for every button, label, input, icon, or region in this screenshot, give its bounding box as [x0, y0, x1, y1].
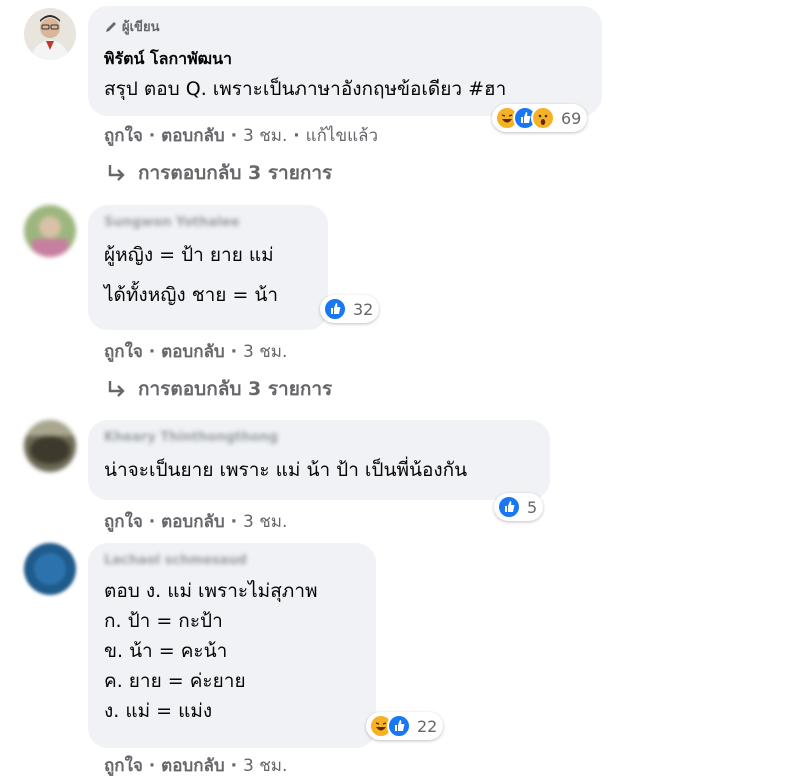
reply-button[interactable]: ตอบกลับ: [161, 342, 225, 362]
like-button[interactable]: ถูกใจ: [104, 126, 143, 146]
comment-text: สรุป ตอบ Q. เพราะเป็นภาษาอังกฤษข้อเดียว …: [104, 78, 507, 100]
comment-text: ก. ป้า = กะป้า: [104, 610, 223, 632]
avatar[interactable]: [24, 8, 76, 60]
view-replies-label: การตอบกลับ 3 รายการ: [138, 162, 333, 184]
author-badge: ผู้เขียน: [104, 16, 586, 37]
like-icon: [387, 714, 411, 738]
reaction-summary[interactable]: 22: [366, 712, 444, 740]
reply-button[interactable]: ตอบกลับ: [161, 756, 225, 776]
comment-bubble: Sungwon Yothalee ผู้หญิง = ป้า ยาย แม่ ไ…: [88, 205, 328, 330]
like-icon: [323, 297, 347, 321]
comment-author[interactable]: พิรัตน์ โลกาพัฒนา: [104, 47, 586, 72]
comment-text: ได้ทั้งหญิง ชาย = น้า: [104, 284, 279, 306]
wow-icon: [531, 106, 555, 130]
avatar[interactable]: [24, 420, 76, 472]
comment-text: ข. น้า = คะน้า: [104, 640, 228, 662]
like-button[interactable]: ถูกใจ: [104, 756, 143, 776]
avatar[interactable]: [24, 543, 76, 595]
comment-bubble: Kheary Thinthongthong น่าจะเป็นยาย เพราะ…: [88, 420, 550, 500]
comment-bubble: ผู้เขียน พิรัตน์ โลกาพัฒนา สรุป ตอบ Q. เ…: [88, 6, 602, 116]
timestamp[interactable]: 3 ชม.: [243, 756, 287, 776]
comment-text: ตอบ ง. แม่ เพราะไม่สุภาพ: [104, 580, 318, 602]
like-button[interactable]: ถูกใจ: [104, 342, 143, 362]
comment-text: ผู้หญิง = ป้า ยาย แม่: [104, 244, 274, 266]
reaction-count: 22: [417, 716, 438, 736]
reply-arrow-icon: [108, 381, 125, 397]
comment-bubble: Lachaol schmesaud ตอบ ง. แม่ เพราะไม่สุภ…: [88, 543, 376, 748]
like-icon: [497, 495, 521, 519]
view-replies-label: การตอบกลับ 3 รายการ: [138, 378, 333, 400]
comment-actions: ถูกใจ · ตอบกลับ · 3 ชม.: [104, 512, 288, 532]
reaction-count: 5: [527, 497, 538, 517]
comment-author[interactable]: Kheary Thinthongthong: [104, 430, 534, 445]
edited-label: แก้ไขแล้ว: [305, 126, 379, 146]
view-replies-button[interactable]: การตอบกลับ 3 รายการ: [106, 158, 332, 188]
comment-actions: ถูกใจ · ตอบกลับ · 3 ชม.: [104, 756, 288, 776]
avatar[interactable]: [24, 205, 76, 257]
pencil-icon: [106, 21, 116, 32]
comment-actions: ถูกใจ · ตอบกลับ · 3 ชม.: [104, 342, 288, 362]
author-badge-label: ผู้เขียน: [122, 20, 160, 35]
comment-author[interactable]: Lachaol schmesaud: [104, 553, 360, 568]
timestamp[interactable]: 3 ชม.: [243, 126, 287, 146]
reaction-count: 32: [353, 299, 374, 319]
reaction-summary[interactable]: 5: [494, 493, 544, 521]
comment-text: น่าจะเป็นยาย เพราะ แม่ น้า ป้า เป็นพี่น้…: [104, 459, 468, 481]
timestamp[interactable]: 3 ชม.: [243, 512, 287, 532]
reaction-count: 69: [561, 108, 582, 128]
comment-text: ง. แม่ = แม่ง: [104, 700, 213, 722]
comment-text: ค. ยาย = ค่ะยาย: [104, 670, 246, 692]
reply-arrow-icon: [108, 165, 125, 181]
like-button[interactable]: ถูกใจ: [104, 512, 143, 532]
comment-author[interactable]: Sungwon Yothalee: [104, 215, 312, 230]
reaction-summary[interactable]: 32: [320, 295, 380, 323]
timestamp[interactable]: 3 ชม.: [243, 342, 287, 362]
reaction-summary[interactable]: 69: [492, 104, 588, 132]
reply-button[interactable]: ตอบกลับ: [161, 126, 225, 146]
reply-button[interactable]: ตอบกลับ: [161, 512, 225, 532]
view-replies-button[interactable]: การตอบกลับ 3 รายการ: [106, 374, 332, 404]
comment-actions: ถูกใจ · ตอบกลับ · 3 ชม. · แก้ไขแล้ว: [104, 126, 379, 146]
